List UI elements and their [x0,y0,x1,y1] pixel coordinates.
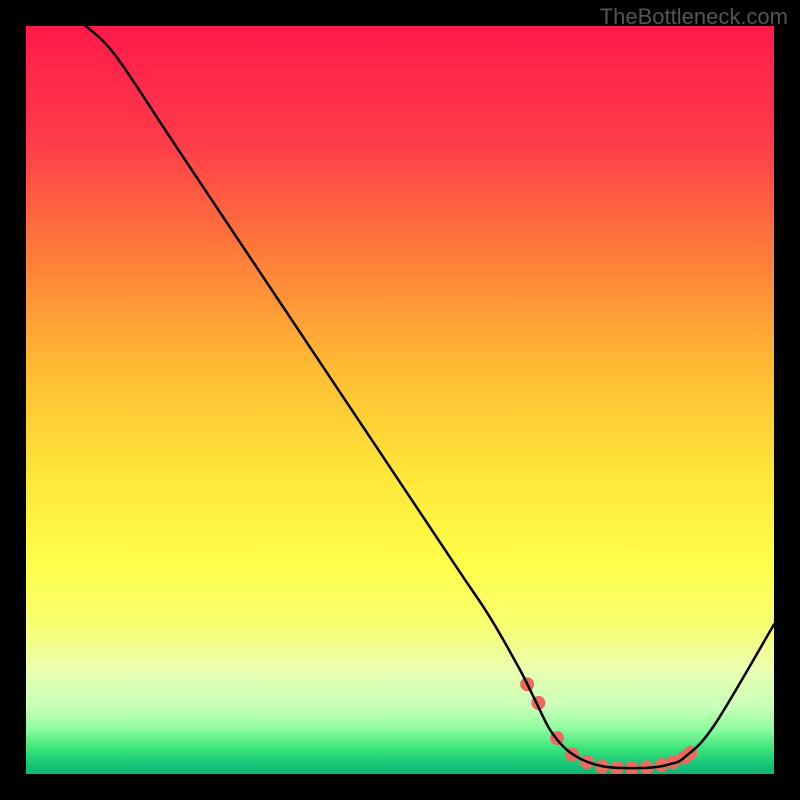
curve-line [86,26,774,768]
plot-area [26,26,774,774]
chart-curve [26,26,774,774]
watermark-text: TheBottleneck.com [600,4,788,30]
